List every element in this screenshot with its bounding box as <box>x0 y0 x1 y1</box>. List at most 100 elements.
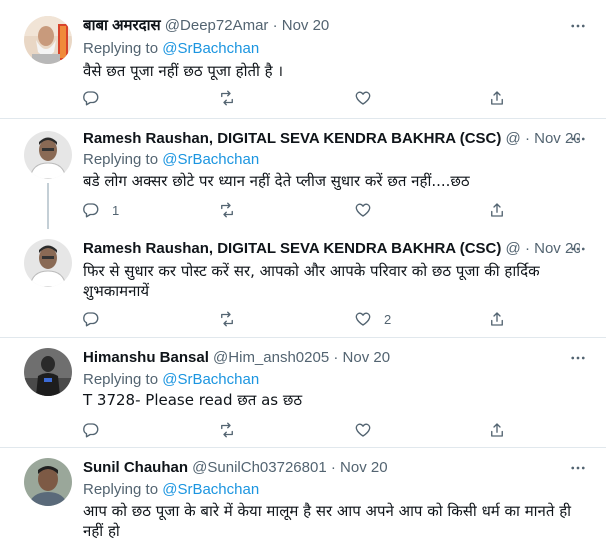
reply-count: 1 <box>112 202 120 218</box>
user-handle[interactable]: @Him_ansh0205 <box>213 349 329 366</box>
replying-label: Replying to <box>83 371 159 388</box>
like-icon <box>355 423 371 437</box>
more-button[interactable] <box>568 239 588 259</box>
replying-label: Replying to <box>83 40 159 57</box>
reply-icon <box>83 312 99 327</box>
avatar[interactable] <box>24 458 72 506</box>
tweet[interactable]: Ramesh Raushan, DIGITAL SEVA KENDRA BAKH… <box>0 119 606 229</box>
display-name[interactable]: बाबा अमरदास <box>83 17 161 34</box>
replying-to: Replying to @SrBachchan <box>83 39 259 59</box>
display-name[interactable]: Sunil Chauhan <box>83 459 188 476</box>
like-button[interactable] <box>354 419 384 441</box>
separator-dot: · <box>272 17 278 34</box>
like-count: 2 <box>384 311 392 327</box>
replying-to: Replying to @SrBachchan <box>83 480 259 500</box>
reply-button[interactable] <box>82 308 112 330</box>
like-button[interactable] <box>354 87 384 109</box>
display-name[interactable]: Himanshu Bansal <box>83 349 209 366</box>
action-bar <box>80 419 520 441</box>
tweet[interactable]: Himanshu Bansal @Him_ansh0205 · Nov 20 R… <box>0 338 606 448</box>
share-button[interactable] <box>488 87 506 109</box>
mention-link[interactable]: @SrBachchan <box>162 371 259 388</box>
tweet-text: फिर से सुधार कर पोस्ट करें सर, आपको और आ… <box>83 262 540 300</box>
more-button[interactable] <box>568 348 588 368</box>
tweet-text: आप को छठ पूजा के बारे में केया मालूम है … <box>83 502 572 540</box>
avatar[interactable] <box>24 16 72 64</box>
share-button[interactable] <box>488 199 506 221</box>
share-icon <box>491 423 503 437</box>
timestamp[interactable]: Nov 20 <box>282 17 330 34</box>
retweet-icon <box>221 202 233 218</box>
avatar-image <box>24 239 72 287</box>
more-icon <box>571 137 585 141</box>
more-icon <box>571 466 585 470</box>
reply-feed: बाबा अमरदास @Deep72Amar · Nov 20 Replyin… <box>0 0 606 550</box>
share-icon <box>491 312 503 326</box>
tweet-header: Sunil Chauhan @SunilCh03726801 · Nov 20 <box>83 458 580 478</box>
tweet[interactable]: बाबा अमरदास @Deep72Amar · Nov 20 Replyin… <box>0 0 606 118</box>
reply-button[interactable] <box>82 87 112 109</box>
tweet-header: Ramesh Raushan, DIGITAL SEVA KENDRA BAKH… <box>83 129 580 149</box>
share-icon <box>491 91 503 105</box>
more-icon <box>571 247 585 251</box>
retweet-icon <box>221 422 233 438</box>
avatar-image <box>24 131 72 179</box>
share-button[interactable] <box>488 419 506 441</box>
like-icon <box>355 91 371 105</box>
reply-icon <box>83 423 99 438</box>
tweet-header: बाबा अमरदास @Deep72Amar · Nov 20 <box>83 16 580 36</box>
separator-dot: · <box>333 349 339 366</box>
more-button[interactable] <box>568 16 588 36</box>
display-name[interactable]: Ramesh Raushan, DIGITAL SEVA KENDRA BAKH… <box>83 240 501 257</box>
separator-dot: · <box>524 240 530 257</box>
reply-icon <box>83 203 99 218</box>
tweet[interactable]: Sunil Chauhan @SunilCh03726801 · Nov 20 … <box>0 448 606 550</box>
retweet-button[interactable] <box>218 199 248 221</box>
retweet-button[interactable] <box>218 308 248 330</box>
like-button[interactable]: 2 <box>354 308 391 330</box>
reply-button[interactable]: 1 <box>82 199 119 221</box>
mention-link[interactable]: @SrBachchan <box>162 40 259 57</box>
timestamp[interactable]: Nov 20 <box>340 459 388 476</box>
avatar[interactable] <box>24 131 72 179</box>
user-handle[interactable]: @SunilCh03726801 <box>192 459 327 476</box>
replying-label: Replying to <box>83 481 159 498</box>
action-bar: 2 <box>80 308 520 330</box>
display-name[interactable]: Ramesh Raushan, DIGITAL SEVA KENDRA BAKH… <box>83 130 501 147</box>
more-icon <box>571 24 585 28</box>
retweet-icon <box>221 90 233 106</box>
more-icon <box>571 356 585 360</box>
timestamp[interactable]: Nov 20 <box>343 349 391 366</box>
like-button[interactable] <box>354 199 384 221</box>
avatar[interactable] <box>24 348 72 396</box>
like-icon <box>355 312 371 326</box>
retweet-icon <box>221 311 233 327</box>
tweet-header: Himanshu Bansal @Him_ansh0205 · Nov 20 <box>83 348 580 368</box>
separator-dot: · <box>330 459 336 476</box>
reply-button[interactable] <box>82 419 112 441</box>
avatar[interactable] <box>24 239 72 287</box>
share-icon <box>491 203 503 217</box>
mention-link[interactable]: @SrBachchan <box>162 151 259 168</box>
thread-connector <box>47 183 49 229</box>
user-handle[interactable]: @ <box>506 240 521 257</box>
user-handle[interactable]: @Deep72Amar <box>165 17 269 34</box>
like-icon <box>355 203 371 217</box>
user-handle[interactable]: @ <box>506 130 521 147</box>
mention-link[interactable]: @SrBachchan <box>162 481 259 498</box>
share-button[interactable] <box>488 308 506 330</box>
tweet-text: T 3728- Please read छत as छठ <box>83 391 303 409</box>
replying-label: Replying to <box>83 151 159 168</box>
retweet-button[interactable] <box>218 87 248 109</box>
tweet-text: बडे लोग अक्सर छोटे पर ध्यान नहीं देते प्… <box>83 172 470 190</box>
avatar-image <box>24 458 72 506</box>
reply-icon <box>83 91 99 106</box>
separator-dot: · <box>524 130 530 147</box>
more-button[interactable] <box>568 129 588 149</box>
retweet-button[interactable] <box>218 419 248 441</box>
more-button[interactable] <box>568 458 588 478</box>
tweet[interactable]: Ramesh Raushan, DIGITAL SEVA KENDRA BAKH… <box>0 229 606 339</box>
tweet-header: Ramesh Raushan, DIGITAL SEVA KENDRA BAKH… <box>83 239 580 259</box>
action-bar <box>80 87 520 109</box>
tweet-text: वैसे छत पूजा नहीं छठ पूजा होती है । <box>83 62 284 80</box>
